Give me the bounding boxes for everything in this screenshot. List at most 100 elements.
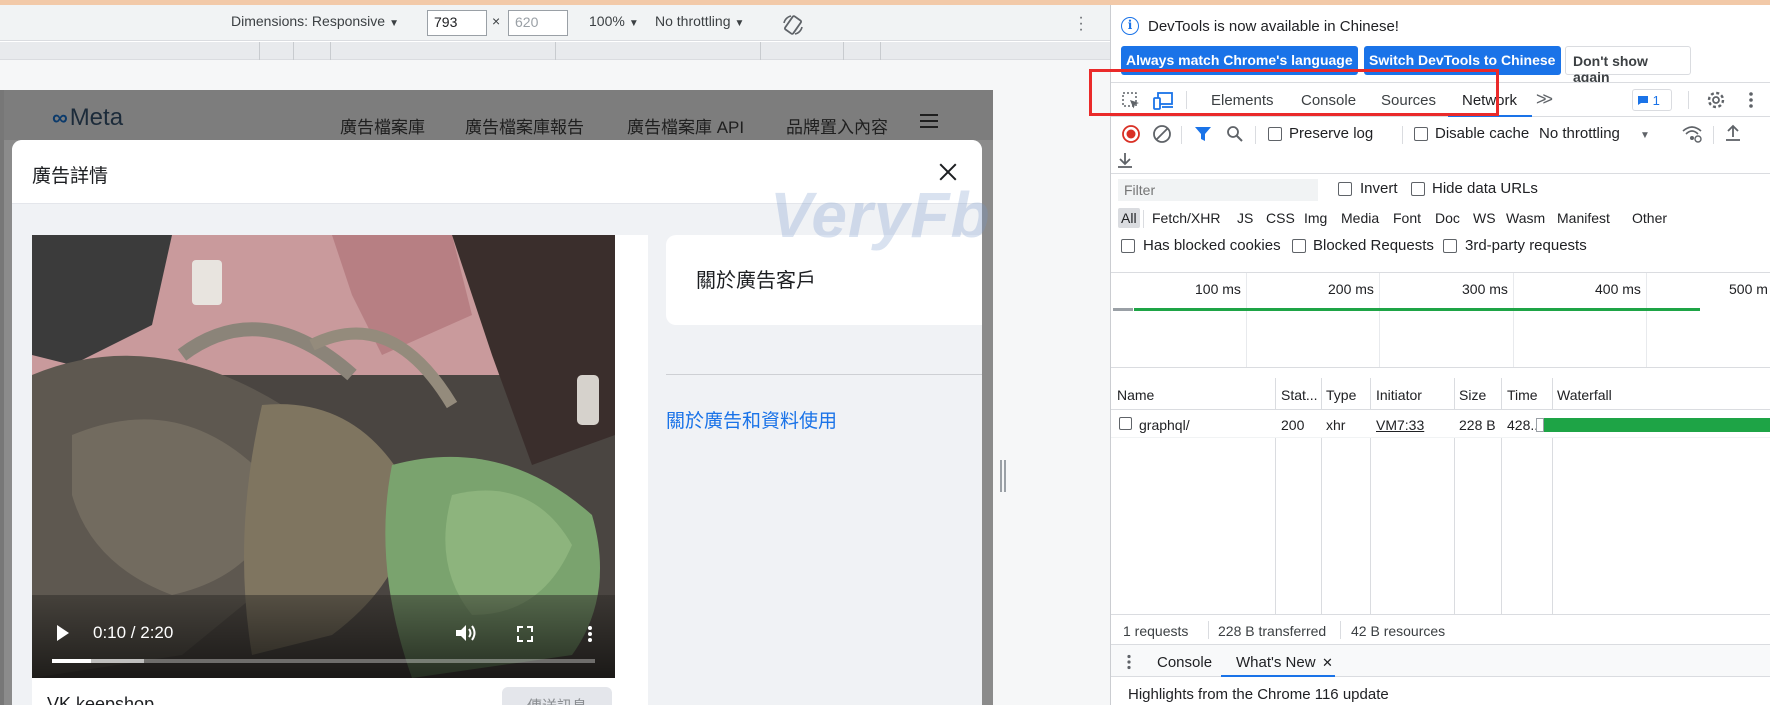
gridline <box>1246 273 1247 367</box>
type-all[interactable]: All <box>1118 208 1140 228</box>
type-fetch-xhr[interactable]: Fetch/XHR <box>1149 208 1223 228</box>
issues-badge[interactable]: 1 <box>1632 89 1672 111</box>
more-tabs-icon[interactable]: >> <box>1536 89 1553 110</box>
gear-icon[interactable] <box>1706 90 1726 110</box>
overview-queue-bar <box>1113 308 1133 311</box>
overview-tick: 400 ms <box>1595 281 1641 297</box>
filter-icon[interactable] <box>1194 125 1212 143</box>
video-progress-track[interactable] <box>52 659 595 663</box>
throttling-value: No throttling <box>655 13 731 29</box>
rotate-icon[interactable] <box>782 14 804 36</box>
separator <box>1713 126 1714 144</box>
width-input[interactable]: 793 <box>427 10 487 36</box>
overview-tick: 100 ms <box>1195 281 1241 297</box>
col-type[interactable]: Type <box>1326 387 1356 403</box>
separator <box>1688 91 1689 109</box>
fullscreen-icon[interactable] <box>517 626 533 642</box>
dimensions-label: Dimensions: Responsive <box>231 13 386 29</box>
record-stop-icon[interactable] <box>1121 124 1141 144</box>
summary-transferred: 228 B transferred <box>1218 623 1327 639</box>
export-har-icon[interactable] <box>1116 151 1134 169</box>
col-size[interactable]: Size <box>1459 387 1486 403</box>
modal-title: 廣告詳情 <box>32 166 109 187</box>
infobar-text: DevTools is now available in Chinese! <box>1148 18 1399 35</box>
col-waterfall[interactable]: Waterfall <box>1557 387 1612 403</box>
drawer-menu-icon[interactable] <box>1126 654 1132 670</box>
viewport-resize-handle[interactable] <box>1000 460 1006 492</box>
third-party-checkbox[interactable] <box>1443 239 1457 253</box>
media-query-ruler[interactable] <box>0 42 1110 60</box>
network-conditions-icon[interactable] <box>1682 125 1702 143</box>
nav-ad-library[interactable]: 廣告檔案庫 <box>340 113 425 138</box>
throttling-dropdown[interactable]: No throttling ▼ <box>655 13 744 29</box>
request-initiator-link[interactable]: VM7:33 <box>1376 417 1424 433</box>
page-edge <box>0 90 4 705</box>
type-media[interactable]: Media <box>1338 208 1382 228</box>
about-ads-data-link[interactable]: 關於廣告和資料使用 <box>666 406 837 433</box>
network-throttling-dropdown[interactable]: No throttling ▼ <box>1539 125 1650 142</box>
has-blocked-cookies-checkbox[interactable] <box>1121 239 1135 253</box>
gridline <box>1379 273 1380 367</box>
meta-header: ∞Meta 廣告檔案庫 廣告檔案庫報告 廣告檔案庫 API 品牌置入內容 <box>0 90 993 140</box>
col-status[interactable]: Stat... <box>1281 387 1318 403</box>
summary-resources: 42 B resources <box>1351 623 1446 639</box>
filter-input[interactable] <box>1118 179 1318 201</box>
invert-checkbox[interactable] <box>1338 182 1352 196</box>
devtools-more-icon[interactable] <box>1748 91 1754 109</box>
dimensions-dropdown[interactable]: Dimensions: Responsive ▼ <box>231 13 399 29</box>
type-wasm[interactable]: Wasm <box>1503 208 1548 228</box>
separator <box>1340 621 1341 639</box>
advertiser-name[interactable]: VK keepshop <box>47 694 154 705</box>
type-manifest[interactable]: Manifest <box>1554 208 1613 228</box>
table-row[interactable]: graphql/ 200 xhr VM7:33 228 B 428... <box>1111 410 1770 438</box>
col-name[interactable]: Name <box>1117 387 1154 403</box>
ad-video[interactable]: 0:10 / 2:20 <box>32 235 615 678</box>
search-icon[interactable] <box>1226 125 1244 143</box>
watermark: VeryFb <box>770 179 991 251</box>
hide-data-urls-checkbox[interactable] <box>1411 182 1425 196</box>
overview-tick: 300 ms <box>1462 281 1508 297</box>
clear-icon[interactable] <box>1152 124 1172 144</box>
about-advertiser-title: 關於廣告客戶 <box>696 270 816 292</box>
close-icon[interactable]: ✕ <box>1322 655 1333 671</box>
col-time[interactable]: Time <box>1507 387 1538 403</box>
type-ws[interactable]: WS <box>1470 208 1499 228</box>
play-icon[interactable] <box>57 625 69 641</box>
meta-logo[interactable]: ∞Meta <box>52 104 123 132</box>
overview-request-bar <box>1134 308 1700 311</box>
type-js[interactable]: JS <box>1234 208 1256 228</box>
separator <box>1255 126 1256 144</box>
type-img[interactable]: Img <box>1301 208 1330 228</box>
zoom-dropdown[interactable]: 100% ▼ <box>589 13 639 29</box>
height-input[interactable]: 620 <box>508 10 568 36</box>
info-icon: i <box>1121 17 1139 35</box>
nav-ad-library-api[interactable]: 廣告檔案庫 API <box>627 113 744 138</box>
blocked-requests-checkbox[interactable] <box>1292 239 1306 253</box>
disable-cache-checkbox[interactable] <box>1414 127 1428 141</box>
nav-branded-content[interactable]: 品牌置入內容 <box>786 113 888 138</box>
preserve-log-checkbox[interactable] <box>1268 127 1282 141</box>
volume-icon[interactable] <box>454 623 478 643</box>
hamburger-menu-icon[interactable] <box>920 114 938 128</box>
caret-down-icon: ▼ <box>628 18 639 29</box>
waterfall-queue-bar <box>1536 418 1544 432</box>
request-name[interactable]: graphql/ <box>1139 417 1190 433</box>
send-message-button[interactable]: 傳送訊息 <box>502 687 612 705</box>
nav-ad-library-report[interactable]: 廣告檔案庫報告 <box>465 113 584 138</box>
third-party-label: 3rd-party requests <box>1465 237 1587 254</box>
drawer-tab-console[interactable]: Console <box>1157 654 1212 671</box>
video-time: 0:10 / 2:20 <box>93 623 174 642</box>
drawer-tab-whats-new[interactable]: What's New <box>1236 654 1316 671</box>
type-other[interactable]: Other <box>1629 208 1670 228</box>
more-options-icon[interactable]: · · · <box>1078 10 1084 38</box>
type-font[interactable]: Font <box>1390 208 1424 228</box>
dont-show-again-button[interactable]: Don't show again <box>1565 46 1691 85</box>
gridline <box>1513 273 1514 367</box>
col-initiator[interactable]: Initiator <box>1376 387 1422 403</box>
type-css[interactable]: CSS <box>1263 208 1298 228</box>
waterfall-bar[interactable] <box>1544 418 1770 432</box>
import-har-icon[interactable] <box>1724 124 1742 142</box>
type-doc[interactable]: Doc <box>1432 208 1463 228</box>
network-overview[interactable]: 100 ms 200 ms 300 ms 400 ms 500 m <box>1111 272 1770 368</box>
video-more-icon[interactable] <box>587 625 593 643</box>
